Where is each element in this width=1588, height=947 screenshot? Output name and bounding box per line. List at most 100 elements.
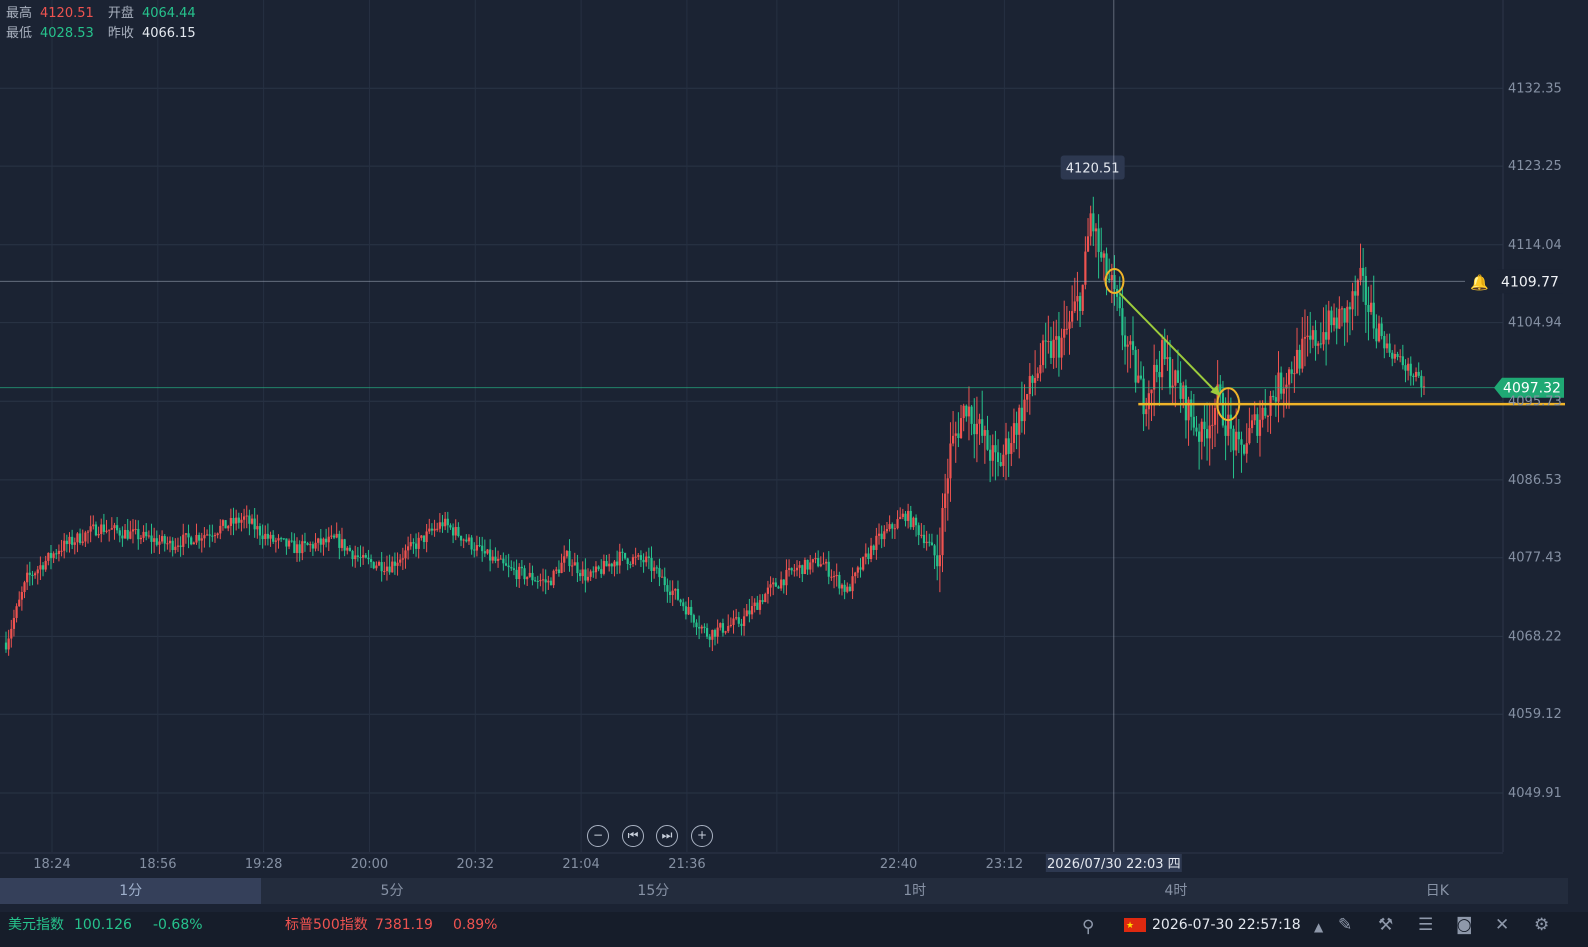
price-chart[interactable]: 4120.51🔔 4109.774097.322026/07/30 22:03 四… [0, 0, 1588, 947]
candle-body [629, 564, 632, 566]
zoom-out-button[interactable]: − [587, 825, 609, 847]
candle-body [1110, 275, 1113, 281]
candle-body [372, 562, 375, 569]
candle-body [668, 591, 672, 595]
candle-body [510, 567, 513, 569]
candle-body [713, 629, 717, 637]
tab-15min[interactable]: 15分 [523, 878, 784, 904]
candle-body [272, 534, 275, 542]
candle-body [698, 627, 701, 629]
candle-body [803, 559, 807, 575]
candle-body [1293, 373, 1296, 375]
candle-body [973, 423, 976, 435]
settings-icon[interactable]: ⚙ [1534, 912, 1549, 938]
candle-body [293, 540, 296, 553]
candle-body [422, 535, 426, 543]
candle-body [348, 547, 352, 551]
candle-body [957, 433, 960, 438]
candle-body [187, 533, 190, 538]
candle-body [1084, 251, 1087, 285]
triangle-up-icon[interactable]: ▲ [1314, 914, 1323, 940]
candle-body [666, 585, 669, 592]
candle-body [1018, 407, 1021, 435]
connection-icon[interactable]: ⚲ [1082, 914, 1094, 940]
candle-body [928, 541, 931, 543]
candle-body [317, 538, 320, 543]
candle-body [1407, 363, 1410, 371]
candle-body [34, 573, 37, 576]
candle-body [854, 572, 857, 577]
tab-1min[interactable]: 1分 [0, 878, 262, 904]
candle-body [158, 541, 161, 545]
candle-body [1253, 414, 1256, 421]
dxy-name[interactable]: 美元指数 [8, 912, 64, 938]
y-tick-label: 4095.73 [1508, 394, 1562, 409]
candle-body [171, 540, 174, 550]
candle-body [380, 562, 383, 572]
candle-body [1309, 335, 1312, 340]
draw-icon[interactable]: ✎ [1338, 912, 1352, 938]
chart-grid [0, 0, 1504, 854]
tab-1hour[interactable]: 1时 [784, 878, 1045, 904]
candle-body [740, 623, 743, 627]
candle-body [965, 405, 968, 417]
zoom-in-button[interactable]: + [691, 825, 713, 847]
candle-body [396, 562, 399, 566]
candle-body [600, 569, 603, 574]
candle-body [1327, 310, 1330, 340]
jump-end-button[interactable]: ⏭ [656, 825, 678, 847]
candle-body [729, 624, 732, 627]
candle-body [1224, 425, 1227, 436]
candle-body [436, 528, 439, 530]
tab-daily[interactable]: 日K [1307, 878, 1568, 904]
candle-body [1047, 341, 1050, 343]
candle-body [1272, 395, 1275, 398]
low-label: 最低 [6, 26, 33, 41]
candle-body [970, 406, 973, 424]
candle-body [1153, 364, 1156, 390]
tab-4hour[interactable]: 4时 [1045, 878, 1306, 904]
candle-body [211, 535, 214, 537]
candle-body [557, 569, 561, 574]
jump-start-button[interactable]: ⏮ [622, 825, 644, 847]
candle-body [1330, 310, 1333, 326]
candle-body [65, 540, 68, 545]
spx-value: 7381.19 [375, 917, 433, 933]
candle-body [216, 533, 219, 536]
candle-body [224, 520, 227, 529]
candle-body [801, 565, 804, 575]
candle-body [1208, 425, 1211, 439]
candle-body [1301, 338, 1304, 369]
tab-5min[interactable]: 5分 [261, 878, 522, 904]
candle-body [1229, 414, 1232, 429]
tools-icon[interactable]: ⚒ [1378, 912, 1393, 938]
spx-name[interactable]: 标普500指数 [285, 912, 368, 938]
candle-body [462, 539, 465, 541]
candle-body [1311, 330, 1314, 340]
candle-body [1026, 394, 1029, 400]
candle-body [830, 576, 833, 578]
camera-icon[interactable]: ◙ [1456, 912, 1473, 938]
candle-body [1417, 371, 1420, 376]
candle-body [1065, 328, 1068, 330]
mute-icon[interactable]: ✕ [1495, 912, 1509, 938]
candle-body [817, 558, 820, 567]
candle-body [1097, 228, 1100, 252]
candle-body [240, 519, 243, 523]
candle-body [110, 528, 113, 530]
candle-body [287, 540, 291, 547]
candle-body [1367, 304, 1370, 313]
candle-body [719, 623, 722, 628]
candle-body [814, 558, 817, 560]
candle-body [994, 445, 997, 453]
open-value: 4064.44 [141, 6, 196, 21]
candle-body [76, 533, 79, 543]
candle-body [1068, 321, 1071, 329]
candle-body [430, 528, 434, 531]
menu-icon[interactable]: ☰ [1418, 912, 1433, 938]
candle-body [179, 545, 182, 547]
ticker-footer: 美元指数 100.126 -0.68% 标普500指数 7381.19 0.89… [0, 912, 1588, 947]
candle-body [1145, 409, 1148, 415]
candle-body [414, 543, 418, 549]
candle-body [616, 561, 619, 566]
